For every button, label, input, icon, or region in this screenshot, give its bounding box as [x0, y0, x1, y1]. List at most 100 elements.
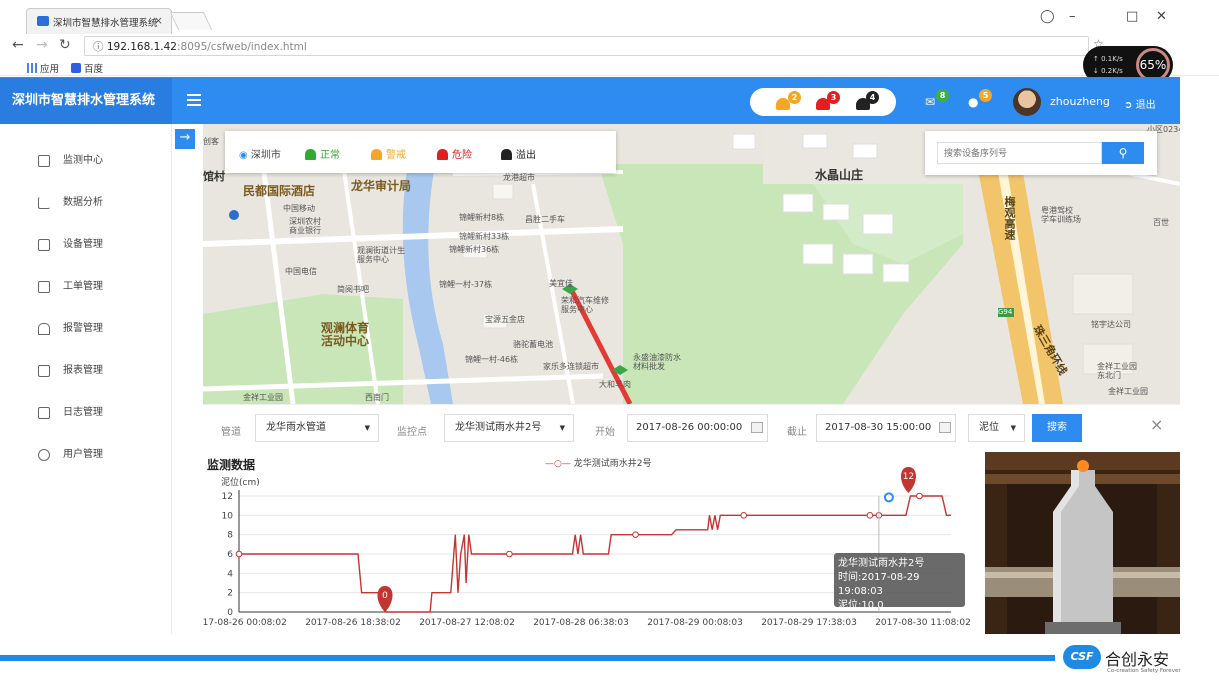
city-selector[interactable]: ◉ 深圳市 [239, 146, 281, 161]
x-tick-label: 2017-08-26 18:38:02 [305, 618, 401, 628]
notification-bell-icon[interactable]: ● [968, 95, 978, 109]
line-chart-icon [38, 197, 50, 209]
data-point [916, 492, 923, 500]
tab-close-button[interactable]: × [154, 14, 163, 27]
max-marker-label: 12 [903, 472, 914, 482]
profile-icon[interactable]: ◯ [1040, 9, 1055, 24]
danger-lamp-icon [437, 149, 448, 160]
notification-count-badge: 5 [979, 89, 992, 102]
bookmark-baidu[interactable]: 百度 [71, 61, 103, 75]
expand-panel-button[interactable]: → [175, 129, 195, 149]
y-tick-label: 8 [227, 531, 233, 541]
y-tick-label: 2 [227, 589, 233, 599]
map-label: 中国移动 [283, 204, 315, 213]
back-icon[interactable]: ← [12, 37, 24, 53]
danger-count-badge: 3 [827, 91, 840, 104]
map-label: 美宜佳 [549, 279, 573, 288]
alarm-icon [38, 323, 50, 335]
browser-tabbar: 深圳市智慧排水管理系统 × ◯ – □ ✕ [0, 0, 1219, 34]
end-date-input[interactable]: 2017-08-30 15:00:00 [816, 414, 956, 442]
map-label: 观澜街道计生 服务中心 [357, 246, 405, 264]
map-label: 龙华审计局 [351, 179, 412, 193]
point-label: 监控点 [397, 427, 427, 438]
map-label: 深圳农村 商业银行 [289, 217, 321, 235]
caret-down-icon: ▼ [364, 424, 370, 432]
logo-subtext: Co-creation Safety Forever [1107, 668, 1181, 674]
overflow-count-badge: 4 [866, 91, 879, 104]
x-tick-label: 2017-08-29 00:08:03 [647, 618, 743, 628]
device-search-button[interactable]: ⚲ [1102, 142, 1144, 164]
avatar[interactable] [1013, 88, 1041, 116]
sidebar-item-alarms[interactable]: 报警管理 [38, 319, 168, 339]
alert-summary: 2 3 4 [750, 88, 896, 116]
map-label: 金祥工业园 [243, 393, 283, 402]
document-icon [38, 281, 50, 293]
sidebar-item-reports[interactable]: 报表管理 [38, 361, 168, 381]
sidebar-item-logs[interactable]: 日志管理 [38, 403, 168, 423]
y-tick-label: 0 [227, 608, 233, 618]
map-label: 铭宇达公司 [1091, 320, 1131, 329]
caret-down-icon: ▼ [1010, 424, 1016, 432]
grid-icon [38, 239, 50, 251]
bookmark-apps[interactable]: 应用 [27, 61, 59, 75]
reload-icon[interactable]: ↻ [59, 37, 71, 53]
sensor-well-illustration [985, 452, 1180, 634]
report-icon [38, 365, 50, 377]
hover-point [883, 492, 894, 503]
browser-tab[interactable]: 深圳市智慧排水管理系统 × [26, 8, 172, 34]
min-marker-label: 0 [382, 591, 388, 601]
end-label: 截止 [787, 427, 807, 438]
forward-icon[interactable]: → [36, 37, 48, 53]
data-point [506, 550, 513, 558]
apps-grid-icon [27, 63, 37, 73]
logout-button[interactable]: ➲ 退出 [1124, 96, 1156, 111]
minimize-icon[interactable]: – [1069, 9, 1076, 24]
calendar-icon [939, 422, 951, 433]
username: zhouzheng [1050, 95, 1110, 108]
mail-icon[interactable]: ✉ [925, 95, 935, 109]
app-header [0, 77, 1180, 124]
download-speed: ↓ 0.2K/s [1093, 67, 1123, 75]
url-path: :8095/csfweb/index.html [176, 41, 307, 53]
point-select[interactable]: 龙华测试雨水井2号 ▼ [444, 414, 574, 442]
map-label: 简阅书吧 [337, 285, 369, 294]
maximize-icon[interactable]: □ [1126, 9, 1138, 24]
caret-down-icon: ▼ [559, 424, 565, 432]
new-tab-button[interactable] [169, 12, 213, 30]
query-button[interactable]: 搜索 [1032, 414, 1082, 442]
map-label: 宝源五金店 [485, 315, 525, 324]
y-tick-label: 10 [222, 511, 234, 521]
overflow-lamp-icon [501, 149, 512, 160]
map-label: 创客 [203, 137, 219, 146]
close-window-icon[interactable]: ✕ [1156, 9, 1167, 24]
start-label: 开始 [595, 427, 615, 438]
map-label: 民都国际酒店 [243, 184, 316, 198]
legend-normal: 正常 [305, 146, 340, 161]
sidebar-item-devices[interactable]: 设备管理 [38, 235, 168, 255]
close-panel-icon[interactable]: × [1150, 415, 1163, 434]
map-label: 锦鲤一村-46栋 [465, 355, 519, 364]
y-tick-label: 4 [227, 569, 233, 579]
metric-select[interactable]: 泥位 ▼ [968, 414, 1025, 442]
sidebar-item-users[interactable]: 用户管理 [38, 445, 168, 465]
url-field[interactable]: ⓘ 192.168.1.42:8095/csfweb/index.html [84, 36, 1089, 56]
map-label: G94 [998, 308, 1013, 316]
monitoring-chart-panel: 监测数据 泥位(cm) —○— 龙华测试雨水井2号 0246810122017-… [203, 450, 983, 634]
device-search-input[interactable] [937, 142, 1102, 164]
sidebar-item-monitor[interactable]: 监测中心 [38, 151, 168, 171]
sidebar-item-workorders[interactable]: 工单管理 [38, 277, 168, 297]
map-label: 龙港超市 [503, 173, 535, 182]
arrow-right-icon: → [179, 130, 191, 145]
sidebar-item-analysis[interactable]: 数据分析 [38, 193, 168, 213]
menu-toggle-icon[interactable] [187, 94, 201, 106]
bookmarks-bar: 应用 百度 [0, 58, 1219, 76]
pipe-select[interactable]: 龙华雨水管道 ▼ [255, 414, 379, 442]
device-illustration [985, 452, 1180, 634]
map-label: 水晶山庄 [815, 168, 864, 182]
map-label: 骆驼蓄电池 [513, 340, 553, 349]
company-logo: CSF 合创永安 Co-creation Safety Forever [1063, 643, 1183, 678]
info-icon: ⓘ [93, 41, 107, 53]
x-tick-label: 2017-08-27 12:08:02 [419, 618, 515, 628]
start-date-input[interactable]: 2017-08-26 00:00:00 [627, 414, 768, 442]
warning-lamp-icon [371, 149, 382, 160]
